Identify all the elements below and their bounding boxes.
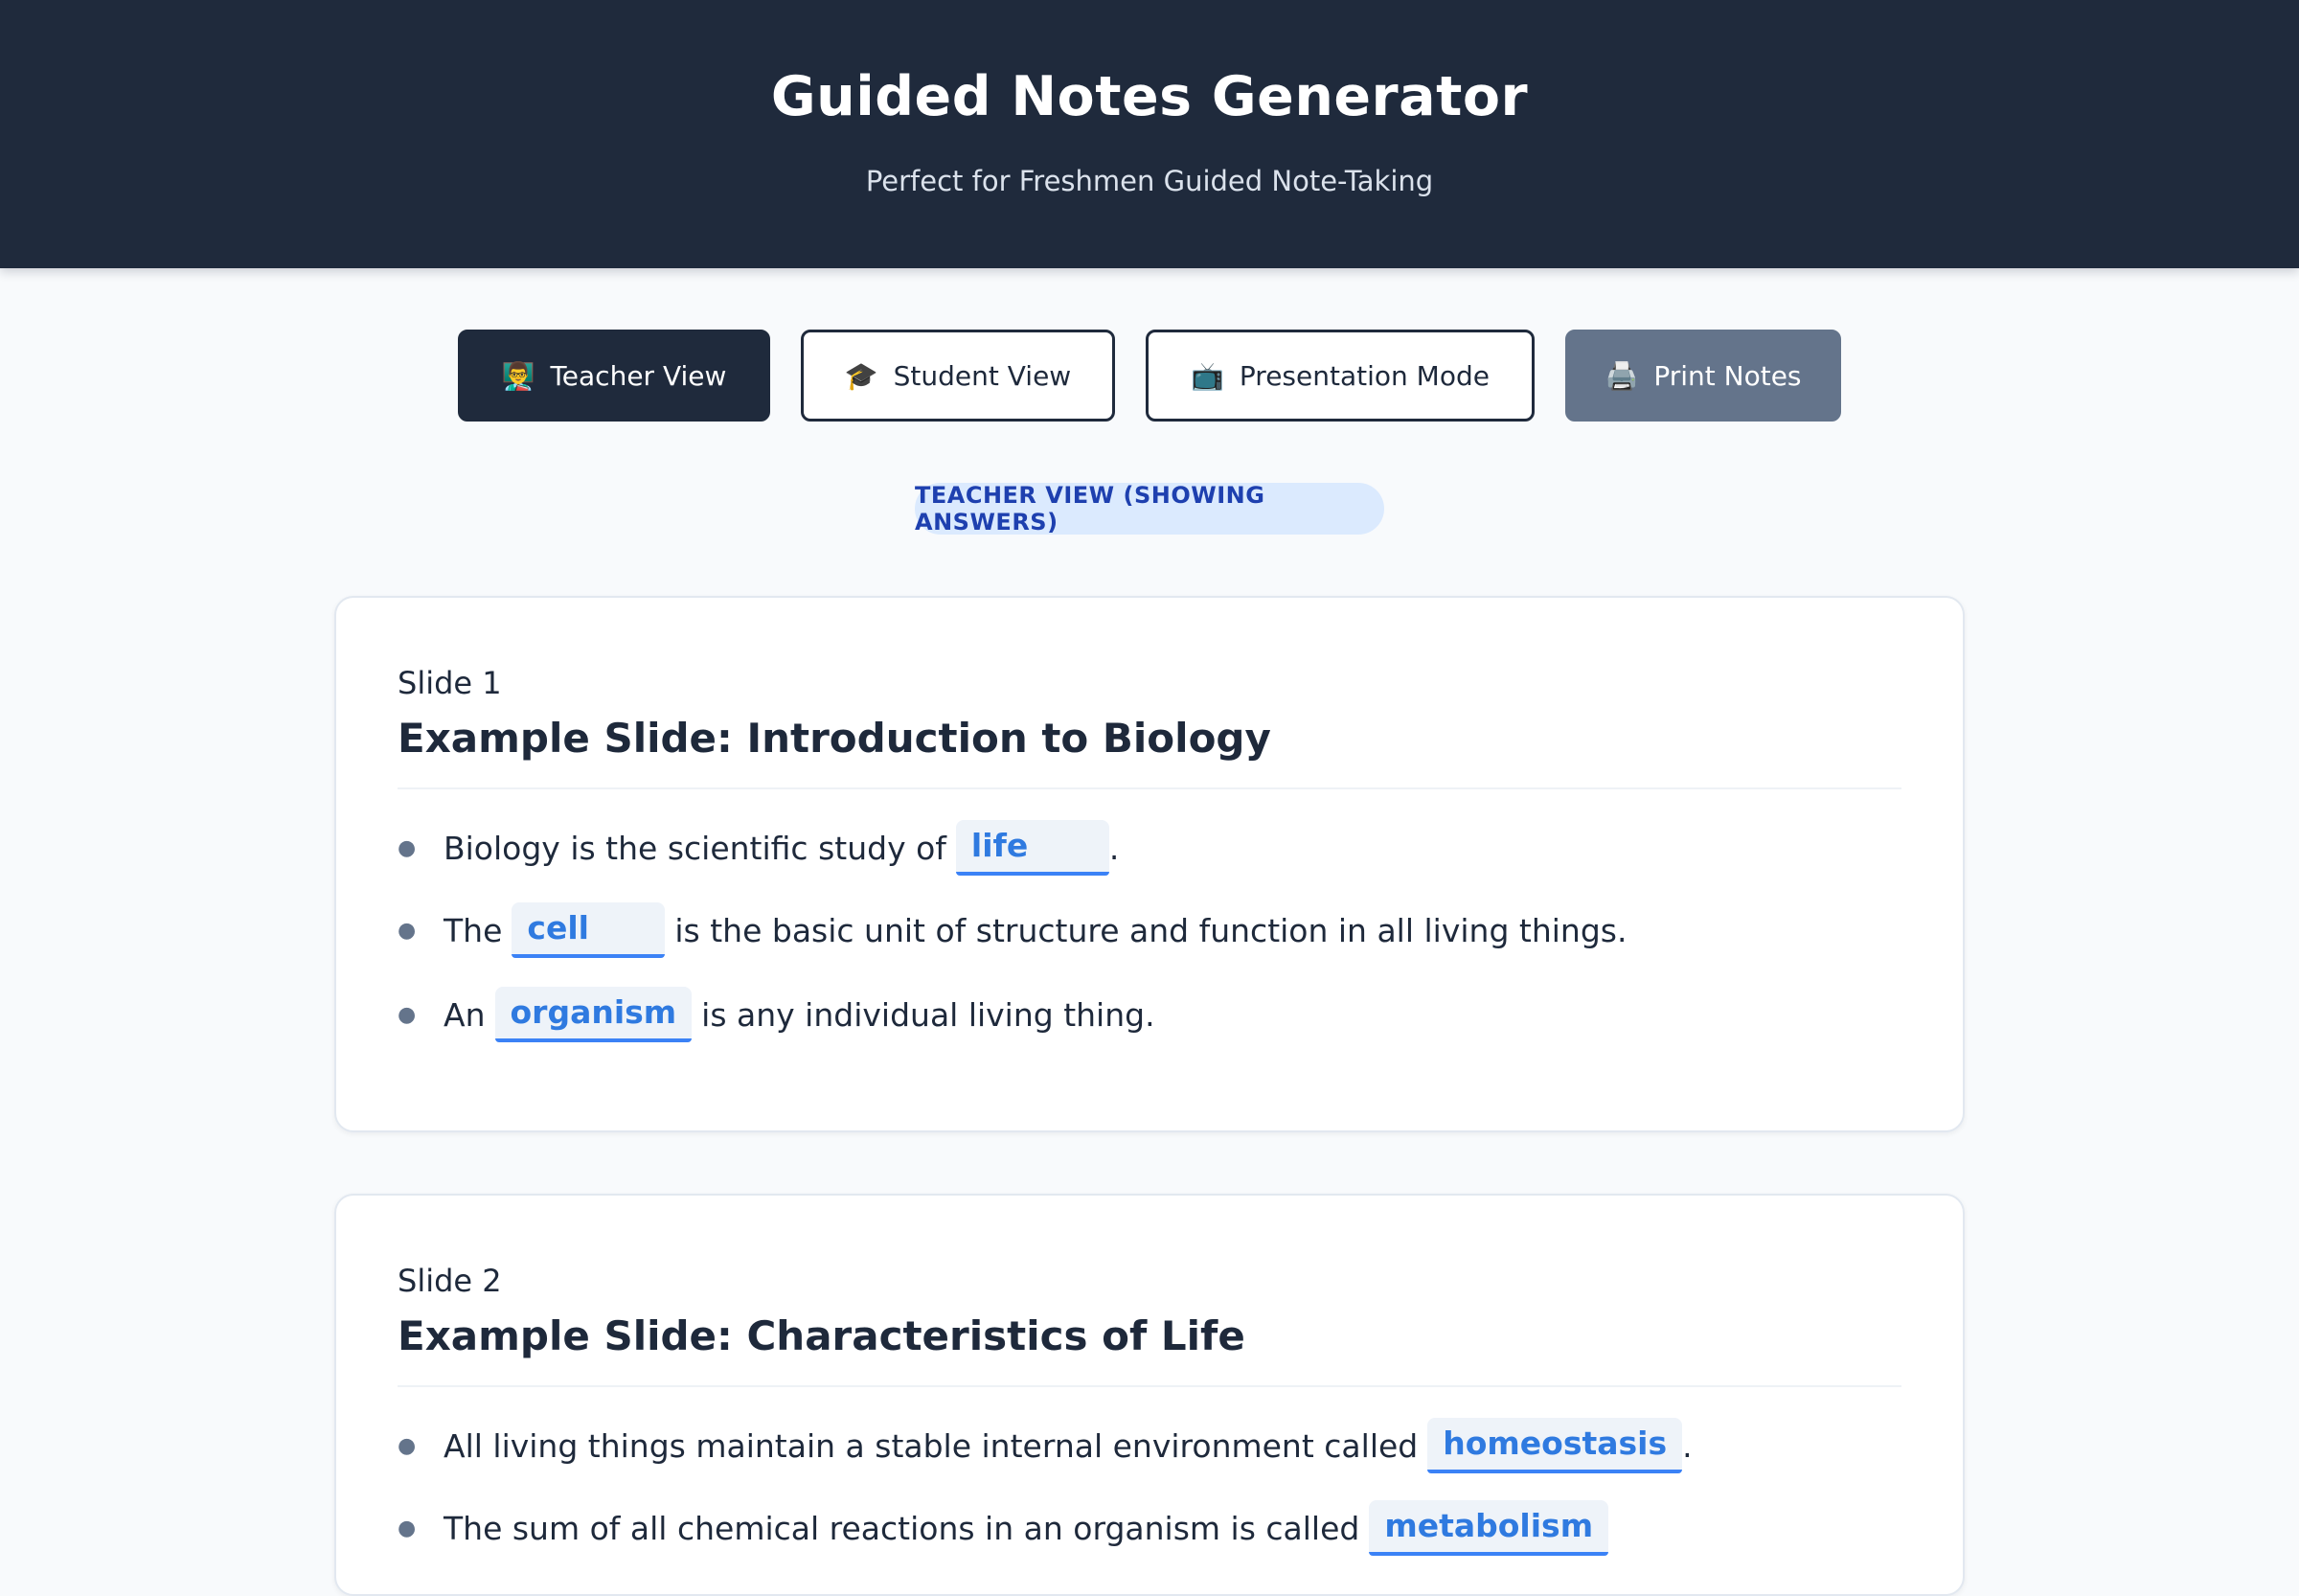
presentation-mode-label: Presentation Mode <box>1239 359 1490 392</box>
bullet-text-before: Biology is the scientific study of <box>444 829 946 867</box>
student-view-label: Student View <box>893 359 1072 392</box>
page-subtitle: Perfect for Freshmen Guided Note-Taking <box>865 165 1434 197</box>
teacher-view-label: Teacher View <box>550 359 727 392</box>
bullet-icon: ● <box>398 1516 417 1540</box>
list-item: ● All living things maintain a stable in… <box>398 1418 1693 1473</box>
bullet-text-before: An <box>444 995 486 1034</box>
bullet-icon: ● <box>398 1002 417 1027</box>
list-item: ● An organism is any individual living t… <box>398 987 1155 1042</box>
presentation-mode-button[interactable]: 📺 Presentation Mode <box>1146 330 1535 422</box>
print-notes-label: Print Notes <box>1653 359 1802 392</box>
slide-number: Slide 1 <box>398 665 502 701</box>
view-mode-badge: TEACHER VIEW (SHOWING ANSWERS) <box>915 482 1384 536</box>
bullet-icon: ● <box>398 835 417 860</box>
television-icon: 📺 <box>1191 359 1224 392</box>
bullet-icon: ● <box>398 918 417 943</box>
bullet-icon: ● <box>398 1433 417 1458</box>
answer-blank[interactable]: metabolism <box>1369 1500 1609 1556</box>
app-header: Guided Notes Generator Perfect for Fresh… <box>0 0 2299 268</box>
list-item: ● The sum of all chemical reactions in a… <box>398 1500 1618 1556</box>
view-toolbar: 👨‍🏫 Teacher View 🎓 Student View 📺 Presen… <box>0 330 2299 422</box>
answer-blank[interactable]: life <box>955 820 1109 876</box>
bullet-text-after: . <box>1682 1426 1693 1465</box>
slide-card-2: Slide 2 Example Slide: Characteristics o… <box>334 1194 1965 1596</box>
bullet-text-before: All living things maintain a stable inte… <box>444 1426 1419 1465</box>
slide-divider <box>398 1385 1901 1387</box>
teacher-view-button[interactable]: 👨‍🏫 Teacher View <box>458 330 770 422</box>
slide-title: Example Slide: Characteristics of Life <box>398 1312 1245 1359</box>
graduation-cap-icon: 🎓 <box>844 359 878 392</box>
slide-card-1: Slide 1 Example Slide: Introduction to B… <box>334 596 1965 1132</box>
answer-blank[interactable]: cell <box>512 902 666 958</box>
list-item: ● The cell is the basic unit of structur… <box>398 902 1627 958</box>
slide-title: Example Slide: Introduction to Biology <box>398 715 1271 762</box>
teacher-icon: 👨‍🏫 <box>501 359 535 392</box>
page-title: Guided Notes Generator <box>770 65 1529 128</box>
bullet-text-after: is the basic unit of structure and funct… <box>674 911 1628 949</box>
bullet-text-after: is any individual living thing. <box>701 995 1155 1034</box>
print-notes-button[interactable]: 🖨️ Print Notes <box>1565 330 1841 422</box>
answer-blank[interactable]: homeostasis <box>1427 1418 1683 1473</box>
student-view-button[interactable]: 🎓 Student View <box>801 330 1115 422</box>
answer-blank[interactable]: organism <box>494 987 693 1042</box>
printer-icon: 🖨️ <box>1605 359 1639 392</box>
bullet-text-before: The sum of all chemical reactions in an … <box>444 1509 1360 1547</box>
slide-number: Slide 2 <box>398 1263 502 1299</box>
slide-divider <box>398 787 1901 789</box>
bullet-text-after: . <box>1108 829 1120 867</box>
list-item: ● Biology is the scientific study of lif… <box>398 820 1119 876</box>
bullet-text-before: The <box>444 911 503 949</box>
